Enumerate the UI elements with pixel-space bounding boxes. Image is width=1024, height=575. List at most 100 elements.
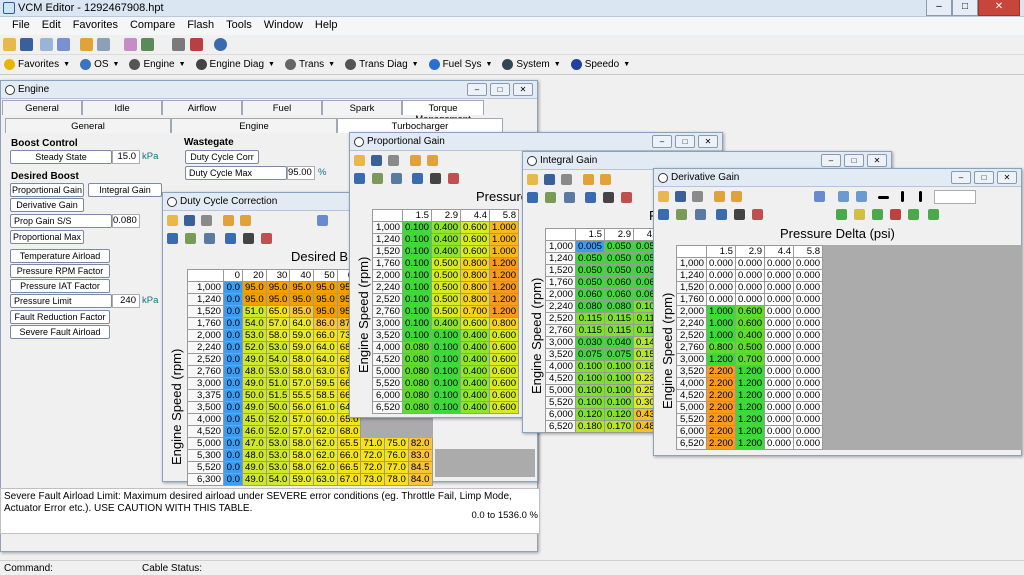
row-header[interactable]: 2,240 [545,300,576,313]
table-cell[interactable]: 0.080 [401,341,433,354]
menu-help[interactable]: Help [309,17,344,35]
table-cell[interactable]: 0.0 [223,329,243,342]
table-cell[interactable]: 49.0 [242,401,267,414]
favorites-icon[interactable] [223,215,234,226]
open-folder-icon[interactable] [658,191,669,202]
column-header[interactable]: 5.8 [489,209,520,222]
table-cell[interactable]: 49.0 [242,473,267,486]
row-header[interactable]: 6,000 [545,408,576,421]
row-header[interactable]: 2,520 [372,293,403,306]
table-cell[interactable]: 0.600 [489,341,520,354]
indicator-icon[interactable] [204,233,215,244]
table-cell[interactable]: 0.000 [764,401,795,414]
table-cell[interactable]: 0.100 [401,281,433,294]
table-cell[interactable]: 0.000 [793,317,824,330]
menu-compare[interactable]: Compare [124,17,181,35]
save-icon[interactable] [544,174,555,185]
table-cell[interactable]: 58.0 [289,365,315,378]
menu-window[interactable]: Window [258,17,309,35]
table-cell[interactable]: 0.000 [793,353,824,366]
row-header[interactable]: 4,000 [676,377,707,390]
table-cell[interactable]: 95.0 [265,281,291,294]
row-header[interactable]: 2,760 [372,305,403,318]
compare-icon[interactable] [124,38,137,51]
properties-icon[interactable] [57,38,70,51]
table-cell[interactable]: 0.800 [460,269,491,282]
table-cell[interactable]: 0.000 [764,425,795,438]
open-folder-icon[interactable] [527,174,538,185]
minimize-button[interactable]: – [926,0,952,16]
table-cell[interactable]: 58.0 [289,449,315,462]
row-header[interactable]: 6,300 [187,473,224,486]
menu-edit[interactable]: Edit [36,17,67,35]
table-cell[interactable]: 0.000 [793,413,824,426]
prop-gain-ss-value[interactable]: 0.080 [112,214,140,228]
table-cell[interactable]: 50.0 [265,401,291,414]
row-header[interactable]: 1,240 [545,252,576,265]
row-header[interactable]: 5,520 [545,396,576,409]
table-cell[interactable]: 48.0 [242,449,267,462]
table-cell[interactable]: 1.200 [735,365,766,378]
column-header[interactable]: 2.9 [735,245,766,258]
table-cell[interactable]: 1.200 [735,437,766,450]
row-header[interactable]: 2,240 [187,341,224,354]
favorites-icon[interactable] [80,38,93,51]
print-icon[interactable] [692,191,703,202]
plus-icon[interactable] [901,191,904,202]
favorites-icon[interactable] [600,174,611,185]
row-header[interactable]: 1,520 [372,245,403,258]
table-cell[interactable]: 46.0 [242,425,267,438]
menu-tools[interactable]: Tools [220,17,258,35]
derivative-gain-button[interactable]: Derivative Gain [10,198,84,212]
table-cell[interactable]: 0.000 [793,389,824,402]
os-icon[interactable] [97,38,110,51]
table-cell[interactable]: 0.075 [574,348,606,361]
table-cell[interactable]: 57.0 [265,317,291,330]
table-cell[interactable]: 1.000 [489,221,520,234]
table-cell[interactable]: 53.0 [242,329,267,342]
table-cell[interactable]: 0.0 [223,341,243,354]
favorites-icon[interactable] [240,215,251,226]
table-cell[interactable]: 51.0 [265,377,291,390]
table-cell[interactable]: 1.200 [735,377,766,390]
table-cell[interactable]: 0.080 [401,365,433,378]
table-cell[interactable]: 0.600 [489,329,520,342]
row-header[interactable]: 2,000 [187,329,224,342]
table-cell[interactable]: 50.0 [242,389,267,402]
table-cell[interactable]: 72.0 [360,449,386,462]
table-cell[interactable]: 64.0 [313,341,338,354]
minimize-button[interactable]: – [467,83,487,96]
table-cell[interactable]: 0.060 [604,276,635,289]
favorites-icon[interactable] [427,155,438,166]
table-cell[interactable]: 52.0 [265,425,291,438]
row-header[interactable]: 1,760 [372,257,403,270]
table-cell[interactable]: 0.0 [223,389,243,402]
severe-fault-airload-button[interactable]: Severe Fault Airload [10,325,110,339]
pressure-limit-button[interactable]: Pressure Limit [10,294,112,308]
nav-engine[interactable]: Engine ▼ [129,59,186,70]
table-cell[interactable] [407,425,433,438]
open-folder-icon[interactable] [167,215,178,226]
table-cell[interactable]: 0.000 [793,281,824,294]
row-header[interactable]: 4,000 [545,360,576,373]
row-header[interactable]: 1,240 [187,293,224,306]
value-input[interactable] [934,190,976,204]
open-folder-icon[interactable] [354,155,365,166]
duty-cycle-max-button[interactable]: Duty Cycle Max [185,166,287,180]
table-cell[interactable]: 0.600 [735,317,766,330]
table-cell[interactable]: 0.000 [764,389,795,402]
table-cell[interactable]: 0.100 [574,384,606,397]
tab-torque-management[interactable]: Torque Management [402,100,484,125]
table-cell[interactable]: 0.115 [604,312,635,325]
table-cell[interactable]: 0.0 [223,293,243,306]
close-button[interactable]: ✕ [698,135,718,148]
table-cell[interactable]: 2.200 [705,377,737,390]
table-cell[interactable]: 0.600 [460,245,491,258]
table-cell[interactable]: 52.0 [265,413,291,426]
table-cell[interactable]: 2.200 [705,413,737,426]
subtab-general[interactable]: General [5,118,171,133]
row-header[interactable]: 4,000 [372,341,403,354]
indicator-icon[interactable] [695,209,706,220]
table-cell[interactable]: 0.500 [431,281,462,294]
table-cell[interactable]: 0.0 [223,413,243,426]
